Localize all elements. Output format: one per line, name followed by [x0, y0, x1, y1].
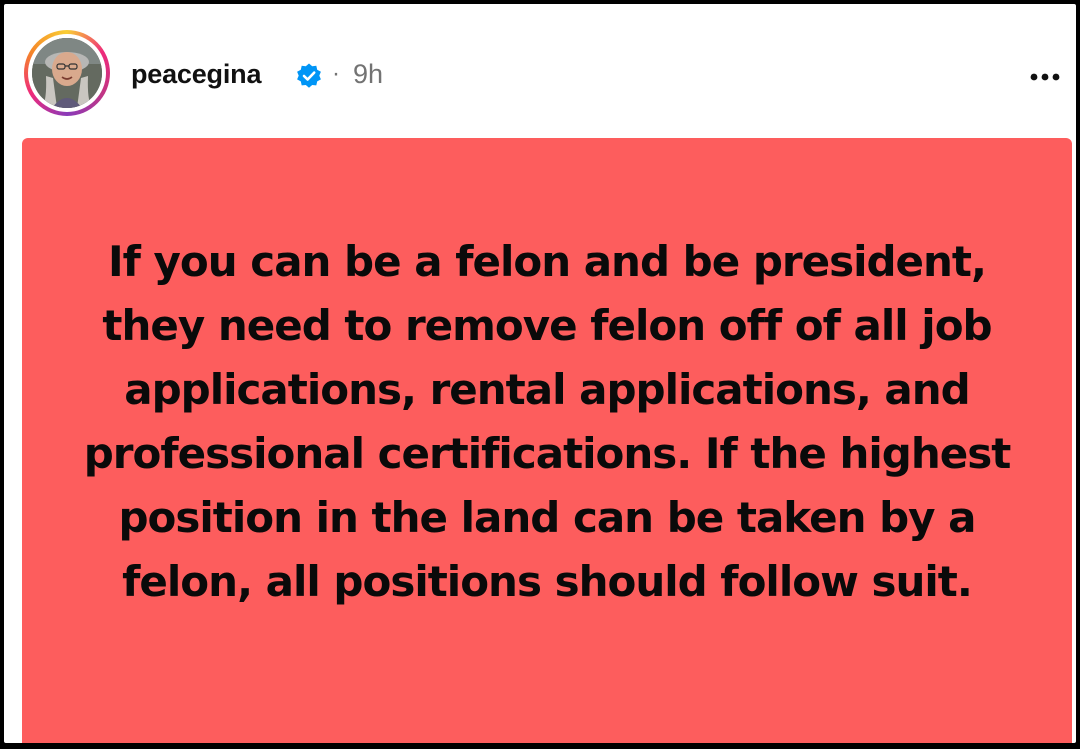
username[interactable]: peacegina: [131, 58, 261, 90]
verified-badge-icon: [297, 63, 321, 88]
more-options-icon[interactable]: [1018, 62, 1068, 92]
post-text-image[interactable]: If you can be a felon and be president, …: [22, 138, 1072, 743]
post-header: peacegina · 9h: [4, 4, 1076, 134]
avatar-border: [28, 34, 106, 112]
post-text: If you can be a felon and be president, …: [83, 237, 1012, 606]
meta-separator: ·: [332, 60, 340, 87]
threads-post-screen: peacegina · 9h If you can be a felon and…: [4, 4, 1076, 743]
avatar[interactable]: [32, 38, 102, 108]
post-time[interactable]: 9h: [353, 58, 383, 90]
story-ring[interactable]: [24, 30, 110, 116]
avatar-photo-icon: [32, 38, 102, 108]
